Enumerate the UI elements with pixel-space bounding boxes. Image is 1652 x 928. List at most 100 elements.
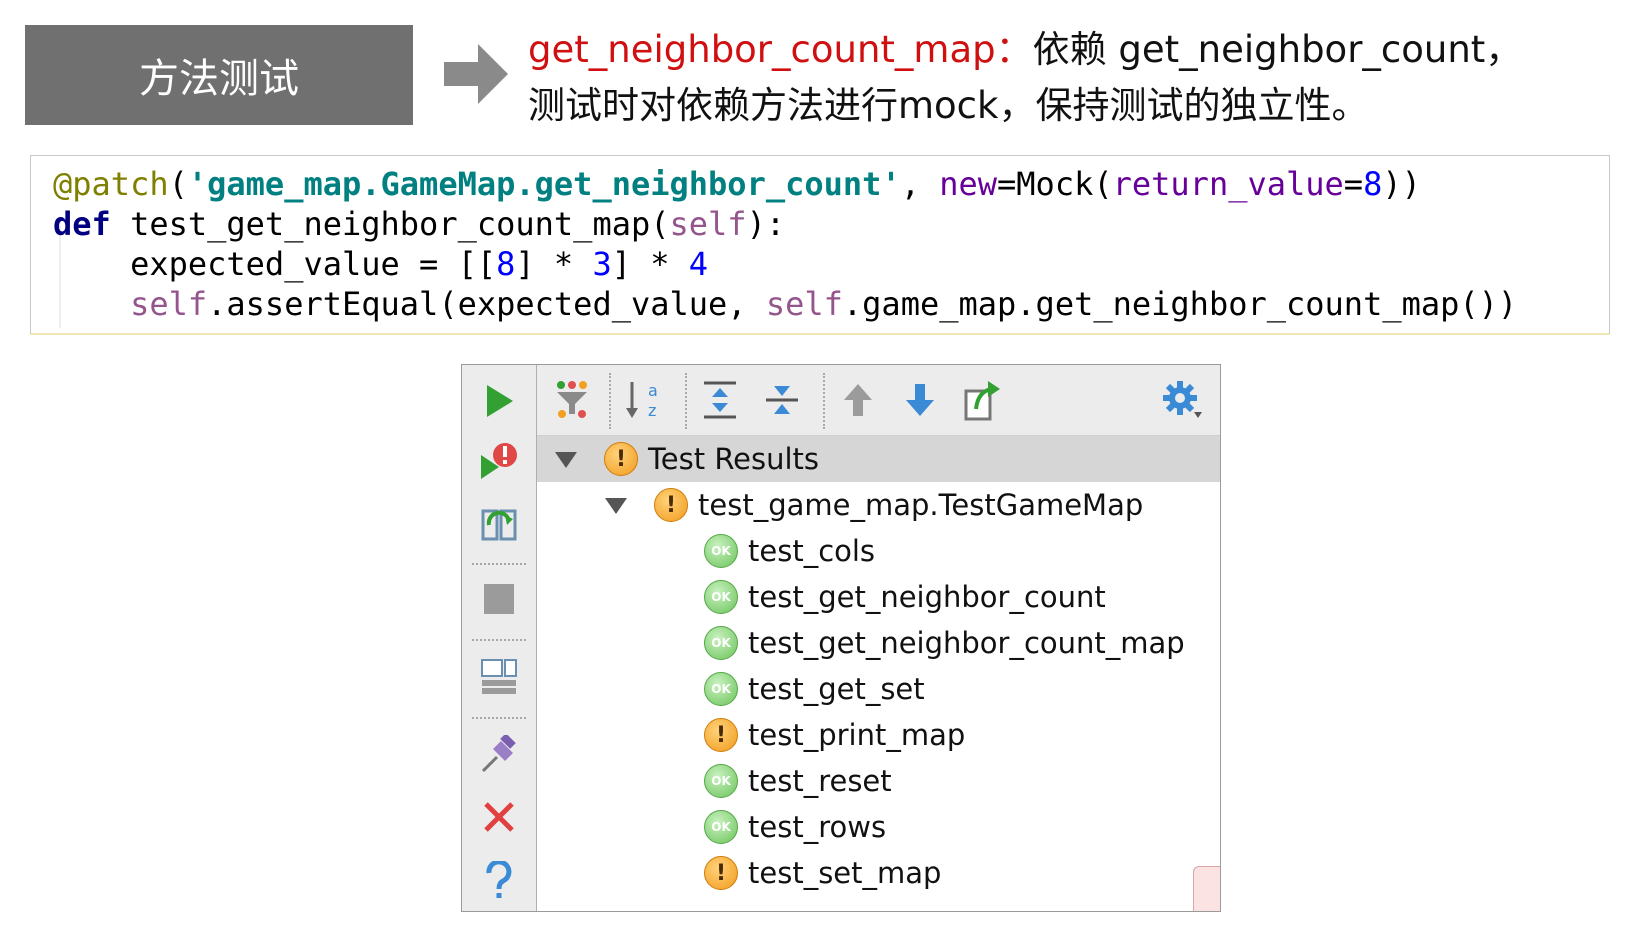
warning-status-icon: ! bbox=[704, 856, 738, 890]
previous-icon[interactable] bbox=[835, 377, 881, 423]
export-icon[interactable] bbox=[959, 377, 1005, 423]
description-line2: 测试时对依赖方法进行mock，保持测试的独立性。 bbox=[528, 84, 1369, 127]
svg-text:z: z bbox=[648, 401, 656, 420]
code-text: @patch('game_map.GameMap.get_neighbor_co… bbox=[53, 164, 1517, 324]
sidebar-separator bbox=[472, 563, 526, 565]
sidebar-separator bbox=[472, 717, 526, 719]
passed-status-icon: OK bbox=[704, 810, 738, 844]
toggle-auto-test-icon[interactable] bbox=[479, 505, 519, 545]
test-case-row[interactable]: OK test_get_set bbox=[537, 666, 1220, 712]
code-token: ] * bbox=[515, 245, 593, 283]
number-literal: 8 bbox=[496, 245, 516, 283]
close-icon[interactable] bbox=[479, 797, 519, 837]
expand-triangle-icon[interactable] bbox=[605, 498, 627, 514]
self-keyword: self bbox=[765, 285, 843, 323]
ok-label: OK bbox=[711, 544, 731, 558]
kwarg-new: new bbox=[939, 165, 998, 203]
tree-root-row[interactable]: ! Test Results bbox=[537, 436, 1220, 482]
sidebar-separator bbox=[472, 639, 526, 641]
toolbar-separator bbox=[609, 373, 611, 429]
filter-icon[interactable] bbox=[549, 377, 595, 423]
help-icon[interactable] bbox=[479, 861, 519, 901]
code-token: expected_value = [[ bbox=[53, 245, 497, 283]
code-token: .game_map.get_neighbor_count_map()) bbox=[842, 285, 1518, 323]
toolbar-separator bbox=[685, 373, 687, 429]
svg-text:a: a bbox=[648, 381, 658, 400]
expand-triangle-icon[interactable] bbox=[555, 452, 577, 468]
warning-status-icon: ! bbox=[654, 488, 688, 522]
code-token: =Mock( bbox=[997, 165, 1113, 203]
pin-icon[interactable] bbox=[479, 735, 519, 775]
test-results-tree: ! Test Results ! test_game_map.TestGameM… bbox=[537, 436, 1220, 911]
test-case-row[interactable]: OK test_get_neighbor_count_map bbox=[537, 620, 1220, 666]
slide-description: get_neighbor_count_map：依赖 get_neighbor_c… bbox=[528, 22, 1643, 134]
test-case-label: test_set_map bbox=[748, 856, 942, 890]
toolbar-separator bbox=[823, 373, 825, 429]
rerun-failed-icon[interactable] bbox=[479, 441, 519, 481]
warning-label: ! bbox=[715, 860, 727, 886]
warning-status-icon: ! bbox=[704, 718, 738, 752]
test-case-row[interactable]: OK test_get_neighbor_count bbox=[537, 574, 1220, 620]
runner-toolbar: az bbox=[537, 365, 1220, 436]
test-case-label: test_cols bbox=[748, 534, 876, 568]
sort-alpha-icon[interactable]: az bbox=[621, 377, 667, 423]
kwarg-return-value: return_value bbox=[1112, 165, 1344, 203]
run-icon[interactable] bbox=[479, 381, 519, 421]
number-literal: 8 bbox=[1363, 165, 1383, 203]
expand-all-icon[interactable] bbox=[697, 377, 743, 423]
decorator-target-string: 'game_map.GameMap.get_neighbor_count' bbox=[187, 165, 901, 203]
test-case-label: test_get_neighbor_count_map bbox=[748, 626, 1185, 660]
code-token: .assertEqual(expected_value, bbox=[207, 285, 766, 323]
self-keyword: self bbox=[669, 205, 747, 243]
ok-label: OK bbox=[711, 636, 731, 650]
ok-label: OK bbox=[711, 590, 731, 604]
ok-label: OK bbox=[711, 820, 731, 834]
passed-status-icon: OK bbox=[704, 764, 738, 798]
test-case-row[interactable]: ! test_set_map bbox=[537, 850, 1220, 896]
test-case-row[interactable]: OK test_reset bbox=[537, 758, 1220, 804]
next-icon[interactable] bbox=[897, 377, 943, 423]
test-case-label: test_reset bbox=[748, 764, 892, 798]
right-arrow-icon bbox=[444, 44, 508, 104]
description-line1: 依赖 get_neighbor_count， bbox=[1032, 28, 1523, 71]
stop-icon[interactable] bbox=[479, 579, 519, 619]
tree-suite-label: test_game_map.TestGameMap bbox=[698, 488, 1144, 522]
warning-label: ! bbox=[715, 722, 727, 748]
tree-suite-row[interactable]: ! test_game_map.TestGameMap bbox=[537, 482, 1220, 528]
code-token: ] * bbox=[611, 245, 689, 283]
collapse-all-icon[interactable] bbox=[759, 377, 805, 423]
test-case-label: test_print_map bbox=[748, 718, 966, 752]
test-case-row[interactable]: OK test_cols bbox=[537, 528, 1220, 574]
tree-root-label: Test Results bbox=[648, 442, 820, 476]
code-token: )) bbox=[1382, 165, 1421, 203]
warning-label: ! bbox=[665, 492, 677, 518]
test-case-row[interactable]: ! test_print_map bbox=[537, 712, 1220, 758]
test-runner-panel: az ! Test Results ! test_game_map.TestGa… bbox=[461, 364, 1221, 912]
passed-status-icon: OK bbox=[704, 626, 738, 660]
keyword-def: def bbox=[53, 205, 111, 243]
runner-sidebar bbox=[462, 365, 537, 911]
test-case-label: test_get_set bbox=[748, 672, 925, 706]
passed-status-icon: OK bbox=[704, 580, 738, 614]
number-literal: 4 bbox=[688, 245, 709, 283]
ok-label: OK bbox=[711, 682, 731, 696]
code-token: = bbox=[1343, 165, 1364, 203]
method-name-highlight: get_neighbor_count_map： bbox=[528, 28, 1033, 71]
decorator-name: patch bbox=[72, 165, 169, 203]
self-keyword: self bbox=[130, 285, 208, 323]
scrollbar-thumb[interactable] bbox=[1193, 866, 1220, 911]
warning-label: ! bbox=[615, 446, 627, 472]
settings-gear-icon[interactable] bbox=[1159, 377, 1205, 423]
test-case-label: test_get_neighbor_count bbox=[748, 580, 1106, 614]
layout-icon[interactable] bbox=[479, 657, 519, 697]
test-case-row[interactable]: OK test_rows bbox=[537, 804, 1220, 850]
code-token: ): bbox=[746, 205, 786, 243]
code-block: @patch('game_map.GameMap.get_neighbor_co… bbox=[30, 155, 1610, 335]
decorator-at: @ bbox=[53, 165, 73, 203]
test-case-label: test_rows bbox=[748, 810, 887, 844]
passed-status-icon: OK bbox=[704, 672, 738, 706]
code-token: , bbox=[900, 165, 940, 203]
function-signature: test_get_neighbor_count_map( bbox=[110, 205, 670, 243]
slide-title: 方法测试 bbox=[25, 25, 413, 125]
